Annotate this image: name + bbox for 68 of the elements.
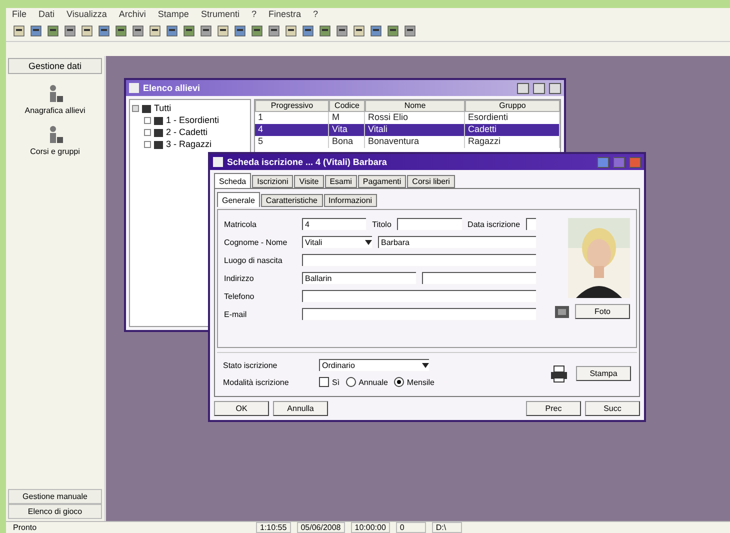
tree-item[interactable]: 3 - Ragazzi <box>166 139 212 149</box>
option-label: Sì <box>332 378 340 386</box>
menu-item[interactable]: Visualizza <box>66 9 107 19</box>
field-label: Cognome - Nome <box>224 238 288 246</box>
status-field: 0 <box>396 522 426 533</box>
status-field: Pronto <box>10 523 250 532</box>
tab[interactable]: Generale <box>217 192 260 207</box>
field-label: E-mail <box>224 310 248 318</box>
column-header[interactable]: Codice <box>329 100 365 112</box>
menu-item[interactable]: File <box>12 9 27 19</box>
input-field[interactable]: Barbara <box>378 236 536 248</box>
tree-item[interactable]: 1 - Esordienti <box>166 115 220 125</box>
tab[interactable]: Caratteristiche <box>260 194 322 207</box>
sidebar-button[interactable]: Elenco di gioco <box>8 504 102 519</box>
field-label: Modalità iscrizione <box>223 378 290 386</box>
previous-button[interactable]: Prec <box>526 401 581 416</box>
tab[interactable]: Iscrizioni <box>252 175 294 188</box>
table-cell[interactable]: Vita <box>329 124 365 136</box>
tree-item[interactable]: Tutti <box>154 103 172 113</box>
window-title: Elenco allievi <box>143 83 202 93</box>
table-cell[interactable]: Vitali <box>365 124 465 136</box>
menu-item[interactable]: Dati <box>38 9 55 19</box>
tab[interactable]: Informazioni <box>324 194 378 207</box>
field-label: Indirizzo <box>224 274 255 282</box>
print-button[interactable]: Stampa <box>576 366 631 381</box>
field-label: Data iscrizione <box>468 220 520 228</box>
table-cell[interactable]: Cadetti <box>465 124 560 136</box>
menu-item[interactable]: ? <box>312 9 318 19</box>
window-title: Scheda iscrizione ... 4 (Vitali) Barbara <box>227 157 388 167</box>
sidebar-item[interactable]: Anagrafica allievi <box>24 106 86 115</box>
next-button[interactable]: Succ <box>585 401 640 416</box>
ok-button[interactable]: OK <box>214 401 269 416</box>
field-label: Telefono <box>224 292 256 300</box>
input-field[interactable]: Ballarin <box>302 272 416 284</box>
menu-item[interactable]: Archivi <box>118 9 146 19</box>
field-label: Titolo <box>372 220 392 228</box>
field-label: Matricola <box>224 220 258 228</box>
status-field: D:\ <box>432 522 462 533</box>
sidebar-header: Gestione dati <box>8 58 102 74</box>
column-header[interactable]: Gruppo <box>465 100 560 112</box>
menu-item[interactable]: Finestra <box>268 9 301 19</box>
menu-item[interactable]: Stampe <box>158 9 189 19</box>
field-label: Stato iscrizione <box>223 360 278 370</box>
input-field[interactable]: 4 <box>302 218 366 230</box>
column-header[interactable]: Nome <box>365 100 465 112</box>
tab[interactable]: Esami <box>324 175 357 188</box>
field-label: Luogo di nascita <box>224 256 284 264</box>
sidebar-button[interactable]: Gestione manuale <box>8 489 102 504</box>
tab[interactable]: Corsi liberi <box>407 175 455 188</box>
cancel-button[interactable]: Annulla <box>273 401 328 416</box>
tab[interactable]: Pagamenti <box>358 175 406 188</box>
tab[interactable]: Scheda <box>214 173 252 188</box>
status-field: 1:10:55 <box>256 522 291 533</box>
status-field: 05/06/2008 <box>296 522 345 533</box>
photo-button[interactable]: Foto <box>575 304 630 319</box>
sidebar-item[interactable]: Corsi e gruppi <box>30 147 80 156</box>
status-field: 10:00:00 <box>350 522 390 533</box>
table-cell[interactable]: 4 <box>255 124 329 136</box>
option-label: Annuale <box>358 378 388 386</box>
menu-item[interactable]: Strumenti <box>200 9 240 19</box>
menu-item[interactable]: ? <box>251 9 256 19</box>
tab[interactable]: Visite <box>294 175 324 188</box>
option-label: Mensile <box>406 378 434 386</box>
tree-item[interactable]: 2 - Cadetti <box>166 127 208 137</box>
dropdown-field[interactable]: Vitali <box>302 236 372 248</box>
column-header[interactable]: Progressivo <box>255 100 329 112</box>
dropdown-field[interactable]: Ordinario <box>319 359 429 371</box>
table-cell[interactable]: 5 <box>255 136 329 148</box>
